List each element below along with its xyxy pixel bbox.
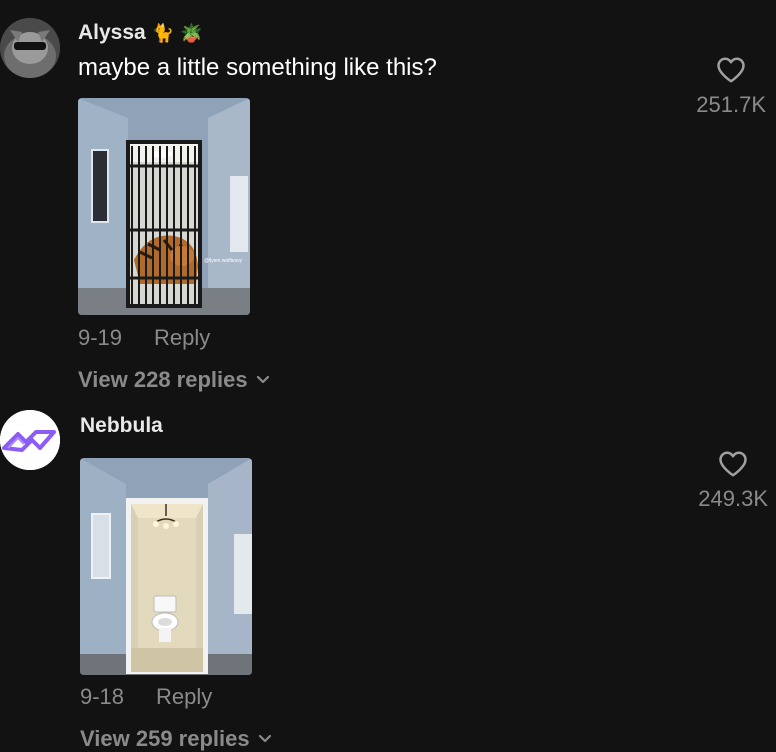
view-replies-button[interactable]: View 228 replies [78, 367, 270, 393]
view-replies-label: View 259 replies [80, 726, 250, 751]
plant-emoji: 🪴 [180, 22, 203, 43]
like-control: 249.3K [698, 450, 768, 512]
comment-text: maybe a little something like this? [78, 54, 437, 81]
comment-meta: 9-19 Reply [78, 325, 210, 351]
like-count: 251.7K [696, 92, 766, 117]
view-replies-label: View 228 replies [78, 367, 248, 392]
username-text: Alyssa [78, 21, 146, 44]
username-text: Nebbula [80, 414, 163, 437]
heart-icon[interactable] [716, 56, 746, 84]
media-watermark: @ilysm.wolfiesvy [204, 258, 243, 264]
username[interactable]: Nebbula [80, 414, 163, 438]
comment-image[interactable]: @ilysm.wolfiesvy [78, 98, 250, 315]
comment-date: 9-19 [78, 325, 123, 350]
nebbula-logo-icon [0, 410, 60, 470]
heart-icon[interactable] [718, 450, 748, 478]
cat-emoji: 🐈 [151, 22, 175, 43]
avatar[interactable] [0, 18, 60, 78]
comment-image[interactable] [80, 458, 252, 675]
comment-date: 9-18 [80, 684, 125, 709]
like-count: 249.3K [698, 486, 768, 511]
view-replies-button[interactable]: View 259 replies [80, 726, 272, 752]
avatar[interactable] [0, 410, 60, 470]
comment-meta: 9-18 Reply [80, 684, 212, 710]
reply-button[interactable]: Reply [154, 325, 210, 351]
like-control: 251.7K [696, 56, 766, 118]
reply-button[interactable]: Reply [156, 684, 212, 710]
tiger-cage-image [78, 98, 250, 315]
chevron-down-icon [256, 375, 269, 384]
chevron-down-icon [258, 734, 271, 743]
avatar-image [0, 18, 60, 78]
bathroom-image [80, 458, 252, 675]
username[interactable]: Alyssa 🐈 🪴 [78, 21, 203, 45]
